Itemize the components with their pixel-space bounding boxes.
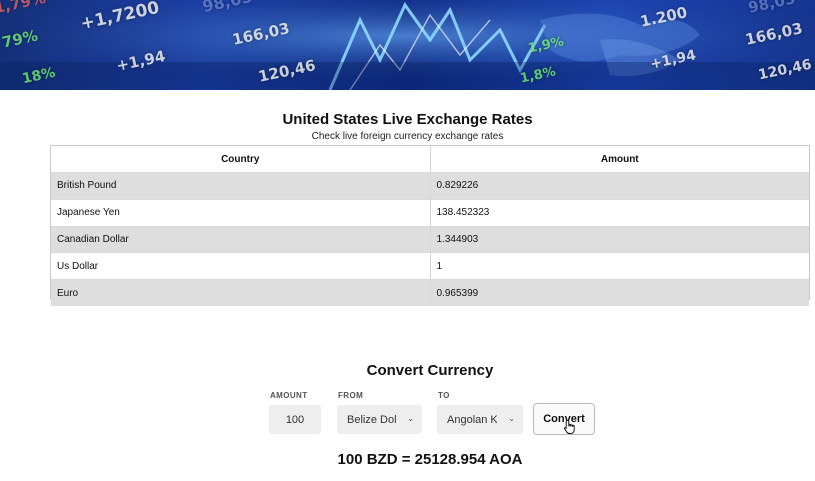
amount-cell: 0.829226	[430, 172, 809, 200]
convert-section-title: Convert Currency	[366, 362, 494, 379]
table-header-row: Country Amount	[51, 146, 809, 173]
from-currency-value: Belize Dollar	[347, 413, 396, 426]
country-cell: Euro	[51, 279, 431, 306]
country-cell: Us Dollar	[51, 252, 431, 280]
country-cell: Canadian Dollar	[51, 225, 431, 253]
to-label: TO	[438, 391, 450, 400]
amount-label: AMOUNT	[270, 391, 308, 400]
amount-cell: 1	[430, 252, 809, 280]
page-subtitle: Check live foreign currency exchange rat…	[311, 131, 504, 142]
exchange-rates-table: Country Amount British Pound 0.829226 Ja…	[50, 145, 810, 306]
to-currency-select[interactable]: Angolan Kwanza ⌄	[437, 405, 523, 434]
table-row: Canadian Dollar 1.344903	[51, 225, 809, 253]
table-row: British Pound 0.829226	[51, 172, 809, 200]
hand-pointer-icon	[564, 419, 575, 435]
chevron-down-icon: ⌄	[407, 414, 414, 423]
to-currency-value: Angolan Kwanza	[447, 413, 497, 426]
page-title: United States Live Exchange Rates	[282, 111, 533, 128]
from-currency-select[interactable]: Belize Dollar ⌄	[337, 405, 422, 434]
country-cell: British Pound	[51, 172, 431, 200]
table-row: Japanese Yen 138.452323	[51, 198, 809, 227]
header-banner: +1,7200 166,03 +1,94 120,46 98,05 166,03…	[0, 0, 815, 90]
table-row: Euro 0.965399	[51, 279, 809, 306]
from-label: FROM	[338, 391, 364, 400]
column-header-country: Country	[51, 146, 431, 173]
amount-cell: 138.452323	[430, 198, 809, 227]
column-header-amount: Amount	[430, 146, 809, 173]
conversion-result: 100 BZD = 25128.954 AOA	[337, 451, 523, 468]
amount-cell: 1.344903	[430, 225, 809, 253]
table-row: Us Dollar 1	[51, 252, 809, 280]
amount-input[interactable]	[269, 405, 321, 434]
country-cell: Japanese Yen	[51, 198, 431, 227]
chevron-down-icon: ⌄	[508, 414, 515, 423]
amount-cell: 0.965399	[430, 279, 809, 306]
